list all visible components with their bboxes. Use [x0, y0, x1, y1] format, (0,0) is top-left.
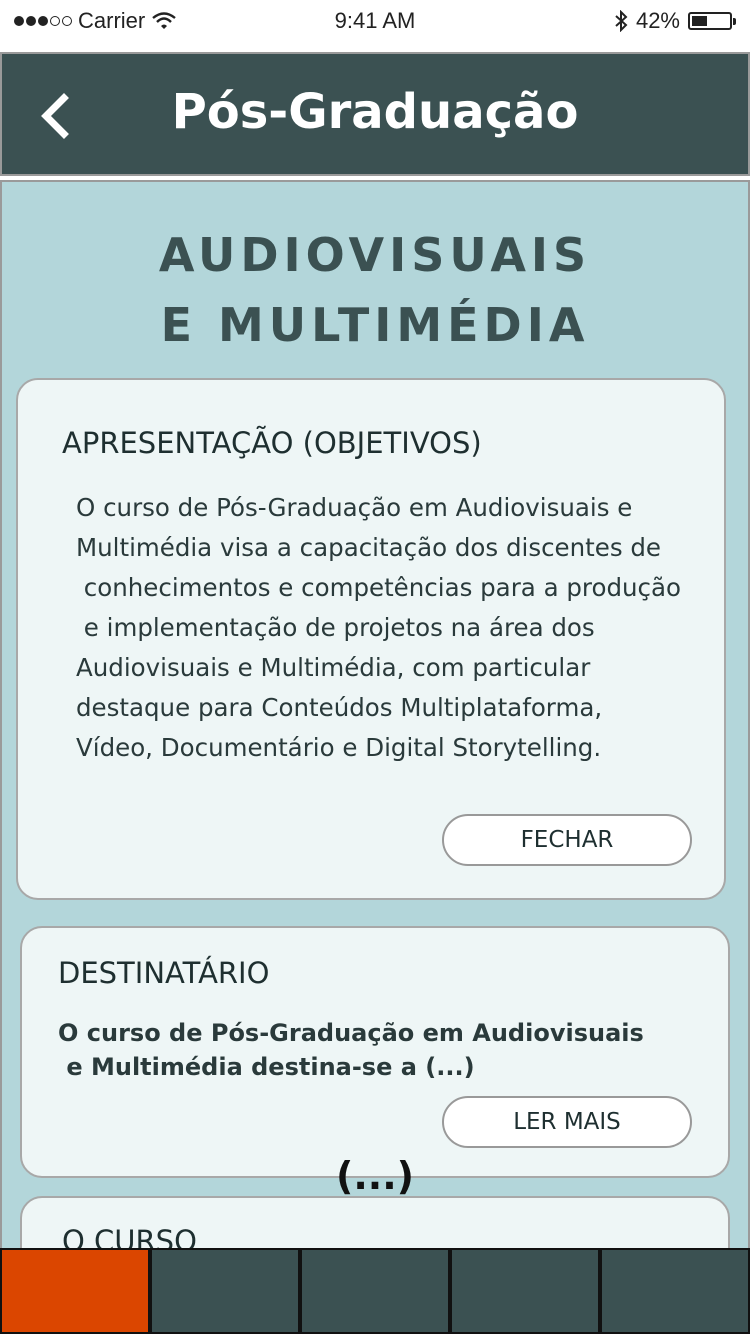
tab-4[interactable]	[450, 1248, 600, 1334]
page-title: Pós-Graduação	[171, 84, 579, 140]
card-title: APRESENTAÇÃO (OBJETIVOS)	[62, 426, 482, 460]
status-right: 42%	[614, 8, 736, 34]
card-title: DESTINATÁRIO	[58, 956, 270, 990]
header-bar: Pós-Graduação	[0, 52, 750, 176]
battery-percent: 42%	[635, 8, 680, 33]
card-body: O curso de Pós-Graduação em Audiovisuais…	[76, 493, 681, 762]
bluetooth-icon	[615, 10, 628, 32]
card-destinatario: DESTINATÁRIO O curso de Pós-Graduação em…	[20, 926, 730, 1178]
card-apresentacao: APRESENTAÇÃO (OBJETIVOS) O curso de Pós-…	[16, 378, 726, 900]
tab-2[interactable]	[150, 1248, 300, 1334]
more-indicator: (...)	[335, 1154, 415, 1198]
tab-3[interactable]	[300, 1248, 450, 1334]
card-title: O CURSO	[62, 1224, 197, 1250]
battery-fill	[692, 16, 707, 26]
tab-bar	[0, 1248, 750, 1334]
section-title-line2: E MULTIMÉDIA	[160, 298, 590, 352]
card-o-curso: O CURSO	[20, 1196, 730, 1250]
tab-5[interactable]	[600, 1248, 750, 1334]
battery-icon	[688, 12, 736, 30]
content-area[interactable]: AUDIOVISUAIS E MULTIMÉDIA APRESENTAÇÃO (…	[0, 180, 750, 1250]
section-title: AUDIOVISUAIS E MULTIMÉDIA	[2, 220, 748, 360]
status-bar: Carrier 9:41 AM 42%	[0, 0, 750, 44]
section-title-line1: AUDIOVISUAIS	[158, 228, 592, 282]
card-body: O curso de Pós-Graduação em Audiovisuais…	[58, 1019, 644, 1081]
read-more-button[interactable]: LER MAIS	[442, 1096, 692, 1148]
close-button[interactable]: FECHAR	[442, 814, 692, 866]
tab-1[interactable]	[0, 1248, 150, 1334]
